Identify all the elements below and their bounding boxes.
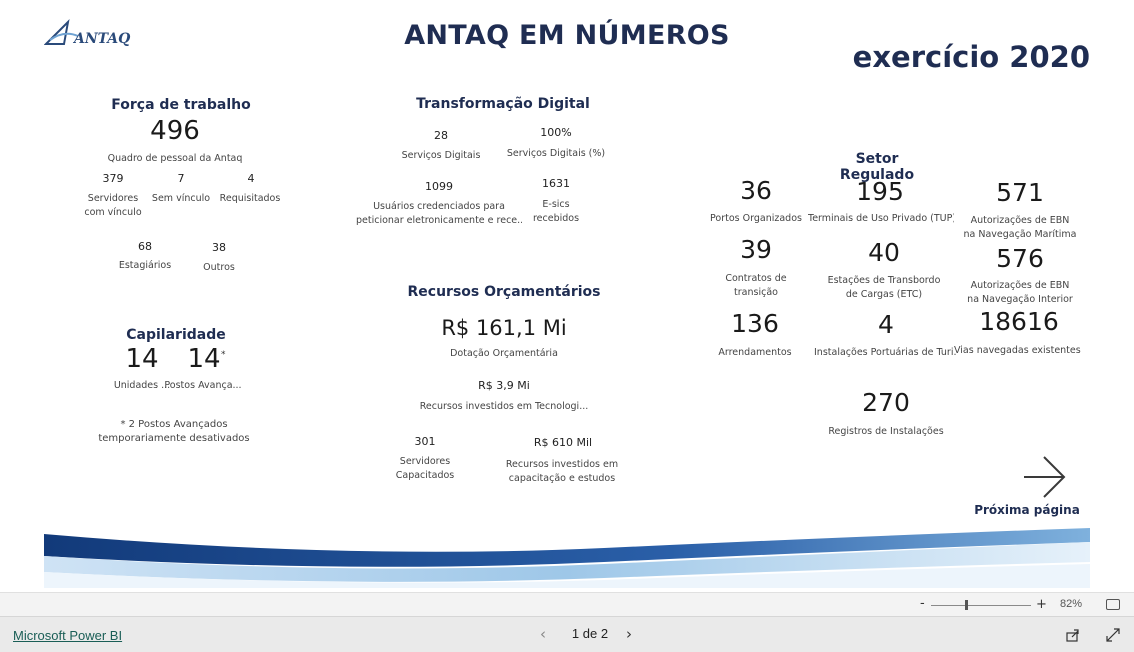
zoom-percent: 82% xyxy=(1059,598,1082,610)
next-page-icon[interactable]: › xyxy=(626,625,632,643)
esics-value: 1631 xyxy=(542,177,570,190)
postos-star: * xyxy=(221,350,226,360)
forca-total: 496 xyxy=(150,116,200,146)
usuarios-value: 1099 xyxy=(425,180,453,193)
zoom-bar: - + 82% xyxy=(0,592,1134,616)
capacitados-label-1: Servidores xyxy=(399,456,451,467)
next-page-nav[interactable] xyxy=(976,455,1076,505)
recursos-title: Recursos Orçamentários xyxy=(407,284,601,300)
ebn-interior-value: 576 xyxy=(996,244,1044,273)
contratos-value: 39 xyxy=(740,235,772,264)
arrendamentos-value: 136 xyxy=(731,309,779,338)
esics-label-2: recebidos xyxy=(532,213,580,224)
ebn-maritima-label-1: Autorizações de EBN xyxy=(970,215,1070,226)
zoom-slider-thumb[interactable] xyxy=(965,600,968,610)
registros-label: Registros de Instalações xyxy=(828,426,944,437)
next-page-label[interactable]: Próxima página xyxy=(972,503,1082,517)
tecnologia-label: Recursos investidos em Tecnologi... xyxy=(419,401,589,412)
year-label: exercício 2020 xyxy=(852,40,1090,74)
estagiarios-value: 68 xyxy=(138,240,152,253)
zoom-slider[interactable] xyxy=(931,605,1031,606)
sem-vinculo-value: 7 xyxy=(177,172,185,185)
forca-total-label: Quadro de pessoal da Antaq xyxy=(107,153,243,164)
contratos-label-2: transição xyxy=(734,287,778,298)
estagiarios-label: Estagiários xyxy=(118,260,172,271)
postos-label: Postos Avança... xyxy=(164,380,242,391)
capacitacao-label-1: Recursos investidos em xyxy=(505,459,619,470)
tup-label: Terminais de Uso Privado (TUP) xyxy=(808,213,954,224)
capacitacao-value: R$ 610 Mil xyxy=(533,436,593,449)
etc-label-1: Estações de Transbordo xyxy=(827,275,941,286)
vias-label: Vias navegadas existentes ... xyxy=(954,345,1084,356)
servidores-value: 379 xyxy=(102,172,124,185)
capacitados-label-2: Capacitados xyxy=(395,470,455,481)
usuarios-label-2: peticionar eletronicamente e rece... xyxy=(356,215,522,226)
portos-label: Portos Organizados xyxy=(710,213,802,224)
report-canvas: ANTAQ ANTAQ EM NÚMEROS exercício 2020 Fo… xyxy=(0,0,1134,592)
dotacao-value: R$ 161,1 Mi xyxy=(441,316,567,340)
portos-value: 36 xyxy=(740,176,772,205)
tup-value: 195 xyxy=(856,177,904,206)
requisitados-value: 4 xyxy=(247,172,255,185)
outros-label: Outros xyxy=(203,262,235,273)
servicos-value: 28 xyxy=(434,129,448,142)
capilaridade-note-2: temporariamente desativados xyxy=(98,433,250,444)
vias-value: 18616 xyxy=(979,307,1059,336)
arrendamentos-label: Arrendamentos xyxy=(718,347,792,358)
zoom-minus-icon[interactable]: - xyxy=(920,596,925,611)
outros-value: 38 xyxy=(212,241,226,254)
capilaridade-title: Capilaridade xyxy=(126,327,226,343)
unidades-value: 14 xyxy=(125,344,159,374)
capacitados-value: 301 xyxy=(414,435,436,448)
servicos-pct-label: Serviços Digitais (%) xyxy=(506,148,606,159)
fullscreen-icon[interactable] xyxy=(1106,627,1120,646)
unidades-label: Unidades ... xyxy=(113,380,171,391)
footer-bar: Microsoft Power BI ‹ 1 de 2 › xyxy=(0,616,1134,652)
ebn-interior-label-2: na Navegação Interior xyxy=(967,294,1073,305)
esics-label-1: E-sics xyxy=(542,199,570,210)
ebn-maritima-label-2: na Navegação Marítima xyxy=(963,229,1077,240)
registros-value: 270 xyxy=(862,388,910,417)
capacitacao-label-2: capacitação e estudos xyxy=(508,473,616,484)
ebn-maritima-value: 571 xyxy=(996,178,1044,207)
etc-label-2: de Cargas (ETC) xyxy=(845,289,923,300)
ebn-interior-label-1: Autorizações de EBN xyxy=(970,280,1070,291)
tecnologia-value: R$ 3,9 Mi xyxy=(478,379,530,392)
page-indicator: 1 de 2 xyxy=(571,626,609,641)
share-icon[interactable] xyxy=(1066,627,1080,646)
forca-title: Força de trabalho xyxy=(111,97,251,113)
capilaridade-note-1: * 2 Postos Avançados xyxy=(120,419,228,430)
turismo-value: 4 xyxy=(878,310,894,339)
turismo-label: Instalações Portuárias de Turi... xyxy=(814,347,956,358)
servidores-label-1: Servidores xyxy=(87,193,139,204)
wave-decoration xyxy=(44,522,1090,588)
servidores-label-2: com vínculo xyxy=(84,207,142,218)
requisitados-label: Requisitados xyxy=(219,193,281,204)
contratos-label-1: Contratos de xyxy=(725,273,787,284)
fit-page-icon[interactable] xyxy=(1106,599,1120,610)
digital-title: Transformação Digital xyxy=(416,96,590,112)
etc-value: 40 xyxy=(868,238,900,267)
usuarios-label-1: Usuários credenciados para xyxy=(373,201,505,212)
sem-vinculo-label: Sem vínculo xyxy=(151,193,211,204)
servicos-pct-value: 100% xyxy=(540,126,572,139)
next-arrow-icon[interactable] xyxy=(976,455,1076,501)
dotacao-label: Dotação Orçamentária xyxy=(450,348,558,359)
zoom-plus-icon[interactable]: + xyxy=(1036,597,1047,612)
servicos-label: Serviços Digitais xyxy=(401,150,481,161)
power-bi-link[interactable]: Microsoft Power BI xyxy=(13,628,122,643)
